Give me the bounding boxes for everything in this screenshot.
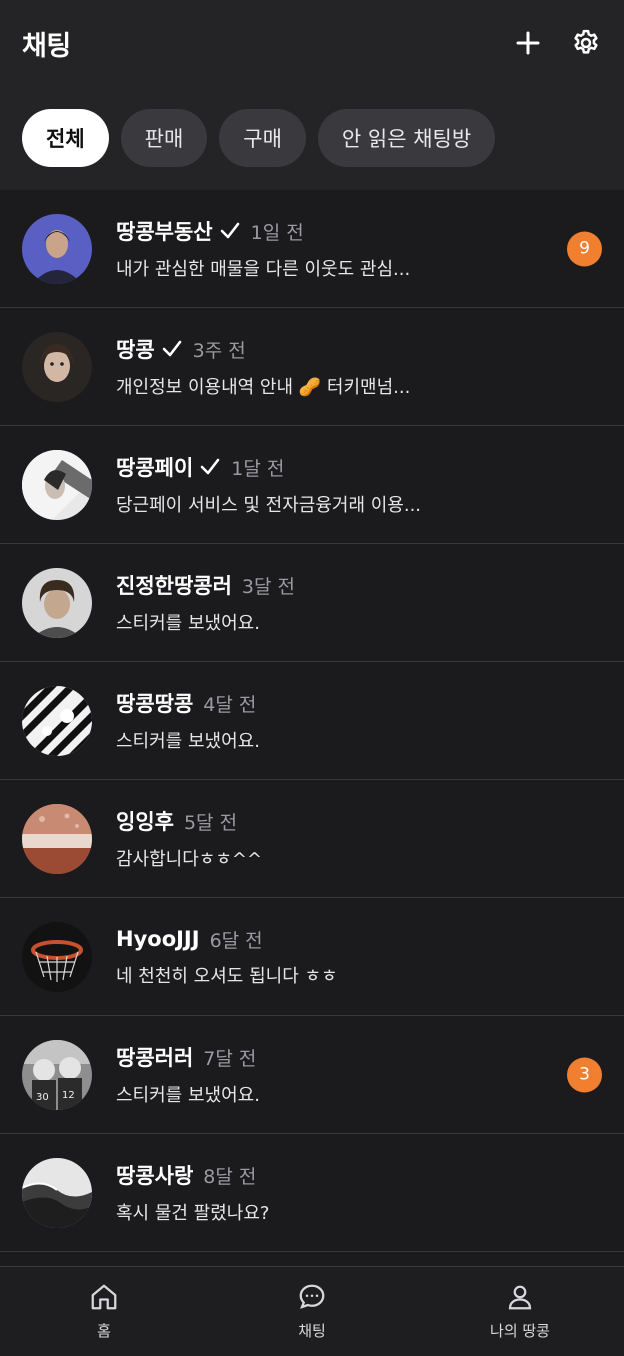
avatar <box>22 567 92 638</box>
chat-name: 땅콩부동산 <box>116 220 213 244</box>
chat-name: 잉잉후 <box>116 810 174 834</box>
chat-name: 땅콩사랑 <box>116 1164 194 1188</box>
chat-time: 1일 전 <box>250 221 304 244</box>
chat-preview: 네 천천히 오셔도 됩니다 ㅎㅎ <box>116 965 338 987</box>
header-actions <box>512 27 602 59</box>
tab-home-label: 홈 <box>97 1322 111 1340</box>
chat-name: 땅콩러러 <box>116 1046 194 1070</box>
svg-text:30: 30 <box>36 1092 49 1103</box>
plus-icon[interactable] <box>512 27 544 59</box>
chat-preview: 당근페이 서비스 및 전자금융거래 이용... <box>116 495 422 516</box>
chat-row[interactable]: 잉잉후 5달 전 감사합니다ㅎㅎ^^ <box>0 780 624 898</box>
avatar: 30 12 <box>22 1039 92 1110</box>
svg-text:12: 12 <box>62 1090 75 1101</box>
unread-badge: 3 <box>567 1057 602 1092</box>
chat-preview: 혹시 물건 팔렸나요? <box>116 1203 270 1224</box>
chat-list: 땅콩부동산 1일 전 내가 관심한 매물을 다른 이웃도 관심... 9 땅콩 … <box>0 190 624 1252</box>
chat-time: 1달 전 <box>231 457 285 480</box>
avatar <box>22 921 92 992</box>
chat-time: 3달 전 <box>241 575 296 598</box>
home-icon <box>89 1282 119 1316</box>
tab-home[interactable]: 홈 <box>14 1282 194 1341</box>
chat-name: 땅콩 <box>116 338 155 362</box>
chat-row[interactable]: 땅콩땅콩 4달 전 스티커를 보냈어요. <box>0 662 624 780</box>
filter-chip-all[interactable]: 전체 <box>22 109 109 167</box>
check-icon <box>199 457 221 477</box>
filter-chip-sell[interactable]: 판매 <box>120 109 208 167</box>
unread-badge: 9 <box>567 231 602 266</box>
page-title: 채팅 <box>22 30 71 62</box>
chat-name: 땅콩땅콩 <box>116 692 194 716</box>
avatar <box>22 449 92 520</box>
filter-chip-buy[interactable]: 구매 <box>219 109 306 167</box>
chat-time: 6달 전 <box>209 929 263 952</box>
tab-my[interactable]: 나의 땅콩 <box>430 1282 610 1341</box>
gear-icon[interactable] <box>570 27 602 59</box>
chat-preview: 감사합니다ㅎㅎ^^ <box>116 849 263 870</box>
check-icon <box>219 221 241 241</box>
avatar <box>22 685 92 756</box>
chat-row[interactable]: 땅콩 3주 전 개인정보 이용내역 안내 🥜 터키맨넘... <box>0 308 624 426</box>
chat-preview: 스티커를 보냈어요. <box>116 613 260 634</box>
chat-time: 3주 전 <box>192 339 246 362</box>
avatar <box>22 1157 92 1228</box>
chat-time: 5달 전 <box>183 811 238 834</box>
tab-chat-label: 채팅 <box>298 1322 326 1340</box>
chat-preview: 내가 관심한 매물을 다른 이웃도 관심... <box>116 259 411 280</box>
check-icon <box>161 339 183 359</box>
tab-my-label: 나의 땅콩 <box>490 1322 550 1340</box>
chat-time: 7달 전 <box>203 1047 257 1070</box>
chat-row[interactable]: 땅콩사랑 8달 전 혹시 물건 팔렸나요? <box>0 1134 624 1252</box>
chat-preview: 개인정보 이용내역 안내 🥜 터키맨넘... <box>116 377 411 398</box>
chat-preview: 스티커를 보냈어요. <box>116 731 260 752</box>
chat-time: 4달 전 <box>203 693 257 716</box>
filter-chip-unread[interactable]: 안 읽은 채팅방 <box>317 109 496 167</box>
chat-row[interactable]: HyooJJJ 6달 전 네 천천히 오셔도 됩니다 ㅎㅎ <box>0 898 624 1016</box>
avatar <box>22 213 92 284</box>
avatar <box>22 331 92 402</box>
avatar <box>22 803 92 874</box>
chat-name: HyooJJJ <box>116 927 200 951</box>
filter-chips: 전체 판매 구매 안 읽은 채팅방 <box>0 86 624 190</box>
chat-row[interactable]: 30 12 땅콩러러 7달 전 스티커를 보냈어요. 3 <box>0 1016 624 1134</box>
chat-row[interactable]: 땅콩페이 1달 전 당근페이 서비스 및 전자금융거래 이용... <box>0 426 624 544</box>
bottom-tab-bar: 홈 채팅 나의 땅콩 <box>0 1266 624 1356</box>
chat-bubble-icon <box>297 1282 327 1316</box>
tab-chat[interactable]: 채팅 <box>222 1282 402 1341</box>
app-header: 채팅 <box>0 0 624 86</box>
chat-name: 진정한땅콩러 <box>116 574 232 598</box>
chat-time: 8달 전 <box>203 1165 257 1188</box>
chat-row[interactable]: 진정한땅콩러 3달 전 스티커를 보냈어요. <box>0 544 624 662</box>
chat-preview: 스티커를 보냈어요. <box>116 1085 260 1106</box>
chat-name: 땅콩페이 <box>116 456 194 480</box>
person-icon <box>505 1282 535 1316</box>
chat-row[interactable]: 땅콩부동산 1일 전 내가 관심한 매물을 다른 이웃도 관심... 9 <box>0 190 624 308</box>
